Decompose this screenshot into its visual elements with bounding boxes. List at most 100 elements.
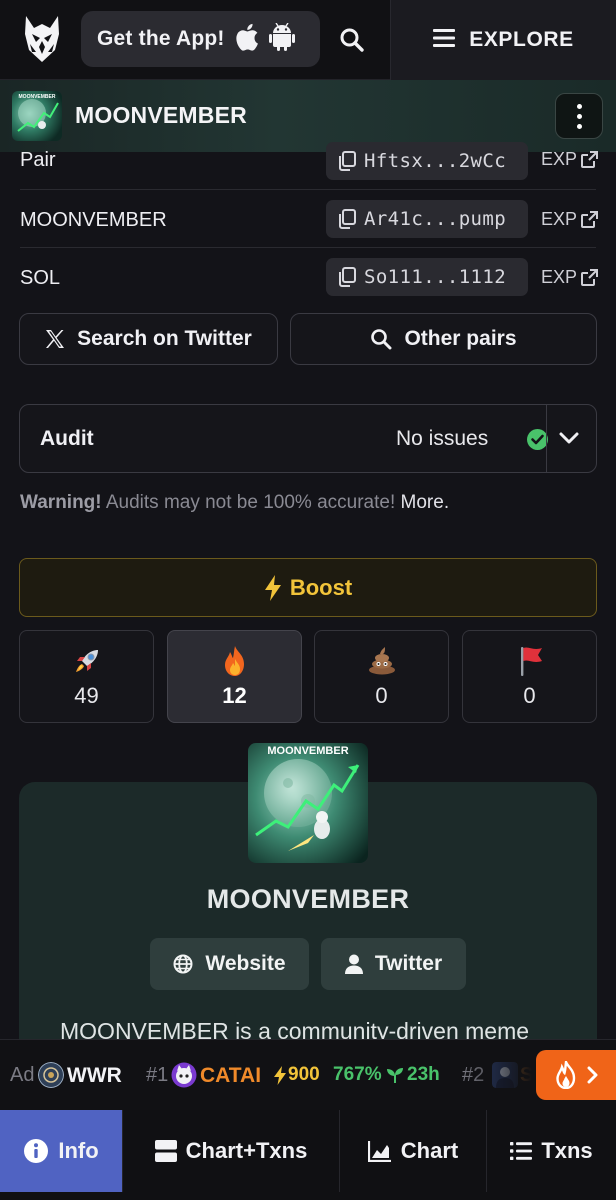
trending-rank: #1	[146, 1064, 169, 1086]
boost-label: Boost	[289, 574, 353, 600]
poop-icon	[315, 645, 448, 679]
search-icon[interactable]	[334, 22, 370, 58]
android-icon	[268, 22, 295, 56]
tab-chart[interactable]: Chart	[340, 1110, 487, 1192]
ticker-fade	[460, 1040, 540, 1110]
fire-icon	[168, 645, 301, 679]
lightning-icon	[274, 1065, 286, 1085]
fire-icon	[556, 1061, 576, 1089]
lightning-icon	[264, 574, 281, 601]
reaction-poop-button[interactable]: 0	[314, 630, 449, 723]
warning-text: Audits may not be 100% accurate!	[101, 492, 401, 513]
trending-boost: 900	[274, 1064, 320, 1086]
audit-status: No issues	[396, 427, 489, 450]
token-header-bar: MOONVEMBER MOONVEMBER	[0, 80, 616, 152]
ad-symbol: WWR	[67, 1064, 122, 1087]
audit-label: Audit	[40, 427, 94, 450]
website-button[interactable]: Website	[150, 938, 309, 990]
reaction-count: 0	[375, 683, 388, 708]
owl-logo-icon[interactable]	[22, 14, 62, 64]
reaction-count: 49	[74, 683, 99, 708]
twitter-button[interactable]: Twitter	[321, 938, 466, 990]
explorer-link[interactable]: EXP	[541, 209, 599, 230]
copy-address-button[interactable]: So111...1112	[326, 258, 528, 296]
token-name: MOONVEMBER	[75, 102, 247, 128]
address-label: SOL	[20, 267, 61, 289]
twitter-label: Twitter	[374, 952, 443, 975]
search-twitter-label: Search on Twitter	[77, 327, 252, 350]
info-icon	[24, 1139, 49, 1163]
seedling-icon	[387, 1068, 403, 1083]
token-profile-image: MOONVEMBER	[248, 743, 368, 863]
address-row-pair: Pair Hftsx...2wCc EXP	[20, 142, 599, 190]
copy-address-button[interactable]: Hftsx...2wCc	[326, 142, 528, 180]
red-flag-icon	[463, 645, 596, 679]
top-header: Get the App! EXPLORE	[0, 0, 616, 80]
profile-token-name: MOONVEMBER	[206, 884, 410, 914]
apple-icon	[235, 23, 259, 56]
external-link-icon	[581, 151, 599, 168]
explorer-link[interactable]: EXP	[541, 267, 599, 288]
svg-text:MOONVEMBER: MOONVEMBER	[19, 94, 56, 100]
explorer-link-label: EXP	[541, 267, 578, 287]
reaction-rocket-button[interactable]: 49	[19, 630, 154, 723]
other-pairs-button[interactable]: Other pairs	[290, 313, 597, 365]
trending-ticker[interactable]: Ad WWR #1 CATAI 900 767% 23h #2 S	[0, 1039, 616, 1110]
more-options-button[interactable]	[555, 93, 603, 139]
check-circle-icon	[527, 429, 548, 450]
get-app-button[interactable]: Get the App!	[81, 11, 320, 67]
tab-info[interactable]: Info	[0, 1110, 123, 1192]
trending-age-value: 23h	[407, 1064, 440, 1085]
audit-warning: Warning! Audits may not be 100% accurate…	[20, 492, 449, 514]
search-twitter-button[interactable]: Search on Twitter	[19, 313, 278, 365]
copy-icon	[339, 267, 356, 287]
audit-panel[interactable]: Audit No issues	[19, 404, 597, 473]
address-value: So111...1112	[364, 266, 507, 288]
copy-icon	[339, 151, 356, 171]
address-label: MOONVEMBER	[20, 209, 167, 231]
tab-chart-txns[interactable]: Chart+Txns	[123, 1110, 340, 1192]
external-link-icon	[581, 211, 599, 228]
boost-button[interactable]: Boost	[19, 558, 597, 617]
rocket-icon	[20, 645, 153, 679]
other-pairs-label: Other pairs	[404, 327, 517, 350]
warning-more-link[interactable]: More.	[401, 492, 450, 513]
hot-pairs-button[interactable]	[536, 1050, 616, 1100]
reaction-flag-button[interactable]: 0	[462, 630, 597, 723]
tab-txns[interactable]: Txns	[487, 1110, 616, 1192]
audit-divider	[546, 405, 547, 472]
reaction-count: 0	[523, 683, 536, 708]
copy-icon	[339, 209, 356, 229]
explore-label: EXPLORE	[469, 28, 574, 51]
kebab-dot-icon	[576, 103, 582, 109]
chevron-right-icon	[587, 1066, 598, 1084]
bottom-navigation: Info Chart+Txns Chart Txns	[0, 1110, 616, 1200]
copy-address-button[interactable]: Ar41c...pump	[326, 200, 528, 238]
website-label: Website	[205, 952, 286, 975]
wwr-coin-icon	[38, 1062, 64, 1088]
explorer-link[interactable]: EXP	[541, 149, 599, 170]
profile-image-caption: MOONVEMBER	[267, 745, 348, 757]
tab-chart-txns-label: Chart+Txns	[185, 1138, 308, 1163]
address-label: Pair	[20, 149, 56, 171]
search-icon	[371, 329, 392, 350]
token-thumbnail: MOONVEMBER	[12, 91, 62, 141]
explore-button[interactable]: EXPLORE	[390, 0, 616, 80]
explorer-link-label: EXP	[541, 209, 578, 229]
reaction-fire-button[interactable]: 12	[167, 630, 302, 723]
address-row-token: MOONVEMBER Ar41c...pump EXP	[20, 190, 599, 248]
trending-boost-value: 900	[288, 1064, 320, 1085]
trending-age: 23h	[386, 1064, 440, 1086]
address-value: Hftsx...2wCc	[364, 150, 507, 172]
list-icon	[510, 1142, 533, 1160]
chevron-down-icon[interactable]	[558, 427, 580, 449]
warning-strong: Warning!	[20, 492, 102, 513]
globe-icon	[173, 954, 193, 974]
address-value: Ar41c...pump	[364, 208, 507, 230]
tab-txns-label: Txns	[541, 1138, 593, 1163]
tab-info-label: Info	[58, 1138, 99, 1163]
kebab-dot-icon	[576, 113, 582, 119]
tab-chart-label: Chart	[400, 1138, 459, 1163]
address-row-quote: SOL So111...1112 EXP	[20, 248, 599, 306]
get-app-label: Get the App!	[97, 27, 225, 50]
